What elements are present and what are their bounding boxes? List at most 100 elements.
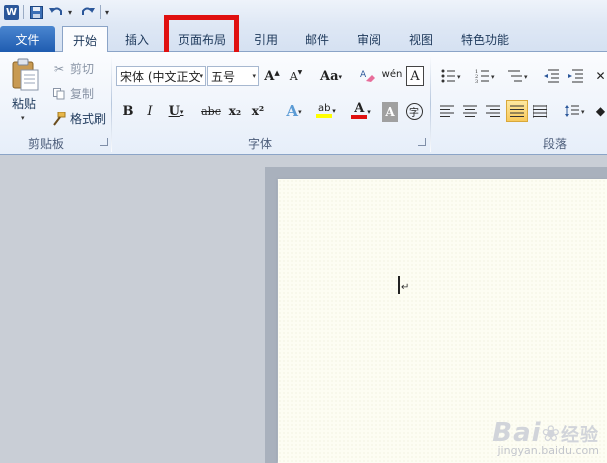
justify-button[interactable] [506, 100, 528, 122]
italic-button[interactable]: I [142, 101, 158, 121]
font-color-icon: A [351, 102, 368, 119]
shrink-font-button[interactable]: A ▼ [288, 66, 304, 86]
justify-icon [510, 105, 524, 117]
align-left-icon [440, 105, 454, 117]
highlight-button[interactable]: ab ▾ [311, 101, 341, 121]
bold-button[interactable]: B [120, 101, 136, 121]
char-shading-button[interactable]: A [382, 102, 398, 122]
paste-button[interactable]: 粘贴 [12, 95, 36, 112]
align-right-button[interactable] [484, 101, 502, 121]
brush-icon [52, 111, 66, 126]
align-right-icon [486, 105, 500, 117]
group-separator-1 [111, 56, 112, 152]
align-center-button[interactable] [461, 101, 479, 121]
clear-formatting-button[interactable]: A [358, 65, 378, 85]
scissors-icon: ✂ [53, 61, 65, 76]
svg-text:▾: ▾ [491, 73, 495, 81]
decrease-indent-button[interactable] [542, 66, 560, 86]
tab-special-features[interactable]: 特色功能 [452, 26, 518, 52]
highlight-icon: ab [316, 104, 333, 118]
char-border-button[interactable]: A [406, 66, 424, 86]
change-case-button[interactable]: Aa ▾ [318, 66, 344, 86]
phonetic-guide-button[interactable]: wén [381, 64, 403, 84]
copy-label: 复制 [70, 87, 95, 101]
shrink-font-icon: A [289, 69, 298, 83]
distributed-button[interactable] [531, 101, 549, 121]
grow-font-icon: A [264, 68, 275, 84]
group-separator-2 [430, 56, 431, 152]
format-painter-button[interactable]: 格式刷 [52, 110, 106, 127]
underline-button[interactable]: U ▾ [166, 101, 186, 121]
cut-label: 剪切 [70, 62, 95, 76]
redo-icon[interactable] [80, 4, 96, 20]
font-name-combo[interactable]: 宋体 (中文正文 ▾ [116, 66, 206, 86]
svg-text:▾: ▾ [581, 108, 585, 116]
font-size-value: 五号 [211, 69, 236, 84]
increase-indent-button[interactable] [566, 66, 584, 86]
multilevel-list-icon: ▾ [508, 70, 528, 82]
strikethrough-button[interactable]: abc [200, 101, 222, 121]
save-icon[interactable] [28, 4, 44, 20]
paste-icon[interactable] [12, 58, 40, 92]
tab-home[interactable]: 开始 [62, 26, 108, 53]
baidu-watermark: Bai❀经验 jingyan.baidu.com [492, 418, 599, 457]
text-cursor [398, 276, 400, 294]
cut-button[interactable]: ✂ 剪切 [52, 60, 94, 77]
numbering-icon: 123▾ [475, 69, 495, 83]
text-effect-button[interactable]: A ▾ [281, 101, 307, 121]
clear-formatting-icon: A [360, 70, 375, 82]
change-case-icon: Aa [319, 68, 339, 84]
ribbon-home: 粘贴 ▾ ✂ 剪切 复制 格式刷 剪贴板 宋体 (中文正文 ▾ 五号 ▾ A ▲ … [0, 52, 607, 155]
enclose-chars-icon: 字 [405, 102, 423, 120]
undo-icon[interactable] [48, 4, 64, 20]
font-size-combo[interactable]: 五号 ▾ [207, 66, 259, 86]
chinese-layout-icon: ✕ [595, 69, 606, 83]
clipboard-group-label: 剪贴板 [28, 137, 65, 151]
tab-file[interactable]: 文件 [0, 26, 55, 52]
vertical-ruler[interactable] [265, 167, 277, 463]
paste-dropdown-icon[interactable]: ▾ [21, 114, 25, 122]
tab-references[interactable]: 引用 [246, 26, 286, 52]
font-color-button[interactable]: A ▾ [347, 101, 375, 121]
word-logo-icon[interactable]: W [4, 4, 19, 20]
line-spacing-icon: ▾ [565, 105, 585, 117]
tab-insert[interactable]: 插入 [116, 26, 158, 52]
svg-text:3: 3 [475, 79, 478, 83]
tab-review[interactable]: 审阅 [348, 26, 390, 52]
decrease-indent-icon [544, 69, 559, 83]
customize-qat-icon[interactable]: ▾ [105, 8, 113, 17]
clipboard-launcher-icon[interactable] [100, 138, 108, 146]
svg-text:▾: ▾ [524, 73, 528, 81]
qat-separator-2 [100, 5, 101, 19]
font-launcher-icon[interactable] [418, 138, 426, 146]
text-effect-icon: A [286, 102, 299, 120]
shading-button[interactable]: ◆ [594, 101, 607, 121]
svg-text:▾: ▾ [457, 73, 461, 81]
paragraph-group-label: 段落 [543, 137, 568, 151]
distributed-icon [533, 104, 547, 118]
bullets-button[interactable]: ▾ [438, 66, 466, 86]
font-name-dropdown-icon[interactable]: ▾ [199, 72, 203, 80]
paragraph-mark: ↵ [401, 282, 410, 293]
quick-access-toolbar: W ▾ ▾ [0, 0, 607, 24]
font-size-dropdown-icon[interactable]: ▾ [252, 72, 256, 80]
bullets-icon: ▾ [441, 69, 461, 83]
chinese-layout-button[interactable]: ✕ [594, 66, 607, 86]
tab-mailings[interactable]: 邮件 [296, 26, 338, 52]
subscript-button[interactable]: x₂ [226, 101, 244, 121]
enclose-chars-button[interactable]: 字 [404, 101, 424, 121]
undo-dropdown-icon[interactable]: ▾ [68, 8, 76, 17]
numbering-button[interactable]: 1 2 3 ▾ [472, 66, 500, 86]
increase-indent-icon [568, 69, 583, 83]
horizontal-ruler[interactable] [265, 167, 607, 179]
copy-button[interactable]: 复制 [52, 85, 94, 102]
line-spacing-button[interactable]: ▾ [563, 101, 589, 121]
align-left-button[interactable] [438, 101, 456, 121]
tab-view[interactable]: 视图 [400, 26, 442, 52]
grow-font-button[interactable]: A ▲ [264, 66, 280, 86]
watermark-main-text-2: 经验 [561, 425, 599, 446]
font-name-value: 宋体 (中文正文 [120, 69, 201, 84]
qat-separator [23, 5, 24, 19]
multilevel-list-button[interactable]: ▾ [505, 66, 533, 86]
superscript-button[interactable]: x² [249, 101, 267, 121]
